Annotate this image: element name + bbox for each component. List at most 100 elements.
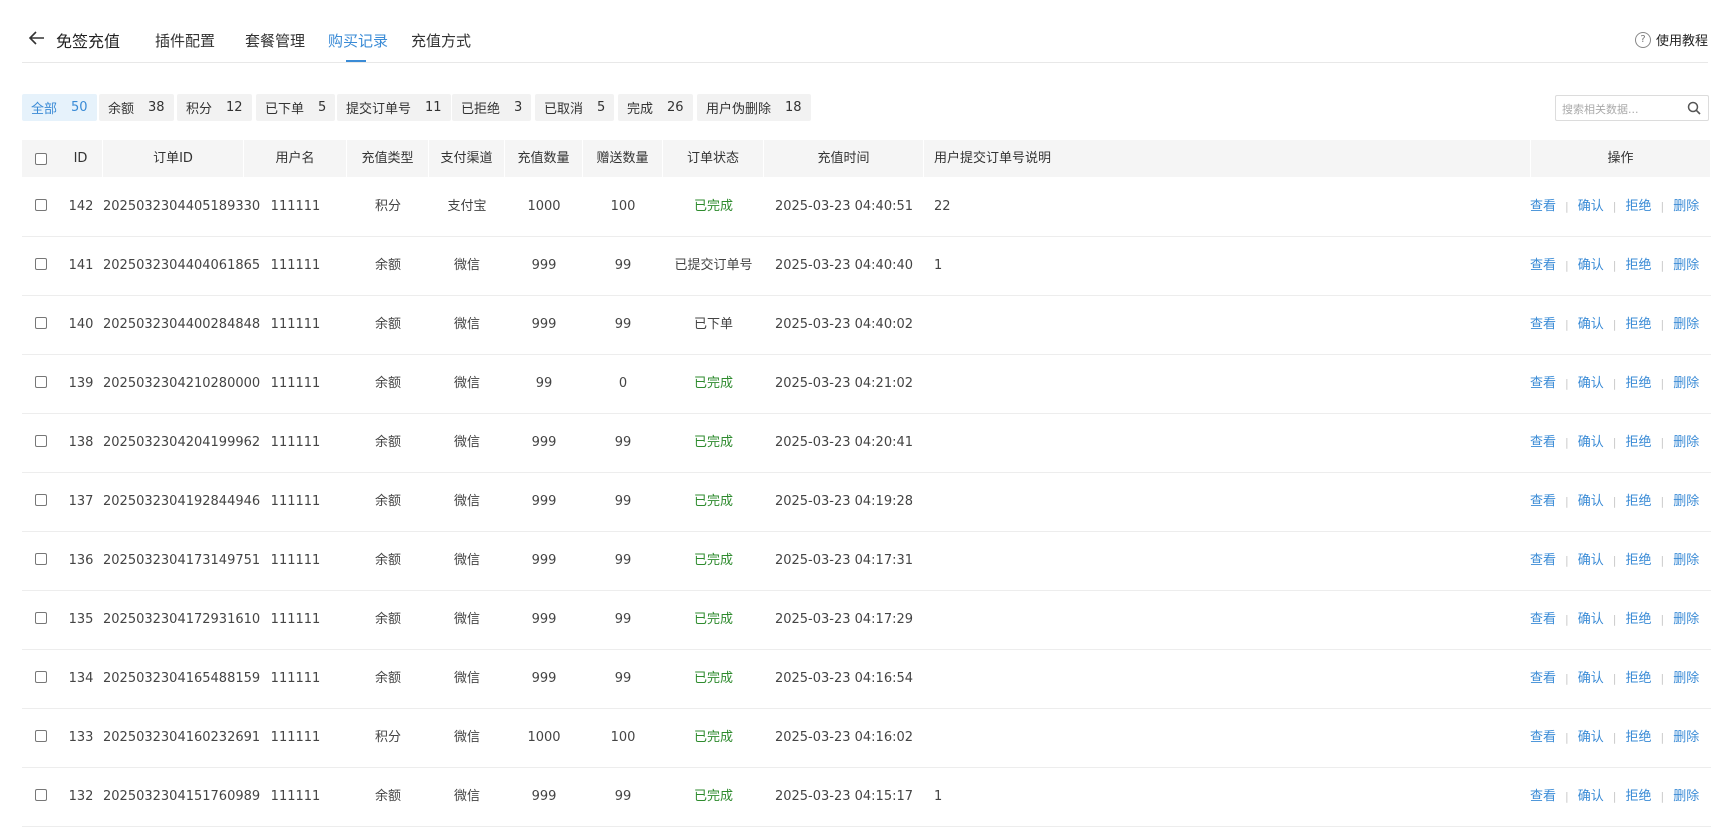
delete-button[interactable]: 删除: [1673, 199, 1699, 214]
filter-chip[interactable]: 完成 26: [618, 94, 693, 121]
arrow-left-icon[interactable]: [28, 29, 46, 47]
action-separator: |: [1612, 790, 1617, 803]
reject-button[interactable]: 拒绝: [1625, 376, 1651, 391]
confirm-button[interactable]: 确认: [1578, 317, 1604, 332]
delete-button[interactable]: 删除: [1673, 317, 1699, 332]
view-button[interactable]: 查看: [1530, 789, 1556, 804]
cell-order-id: 2025032304192844946: [103, 494, 261, 509]
filter-chip[interactable]: 积分 12: [177, 94, 252, 121]
cell-note: [924, 413, 1531, 472]
confirm-button[interactable]: 确认: [1578, 671, 1604, 686]
filter-chip[interactable]: 已下单 5: [256, 94, 336, 121]
row-checkbox[interactable]: [35, 553, 47, 565]
cell-user: 111111: [270, 435, 321, 450]
row-checkbox[interactable]: [35, 258, 47, 270]
column-header: 充值数量: [505, 140, 583, 177]
reject-button[interactable]: 拒绝: [1625, 494, 1651, 509]
tab-4[interactable]: 充值方式: [411, 30, 471, 51]
reject-button[interactable]: 拒绝: [1625, 671, 1651, 686]
delete-button[interactable]: 删除: [1673, 258, 1699, 273]
cell-order-id: 2025032304204199962: [103, 435, 261, 450]
cell-bonus: 99: [614, 612, 632, 627]
reject-button[interactable]: 拒绝: [1625, 317, 1651, 332]
filter-chip[interactable]: 提交订单号 11: [337, 94, 451, 121]
filter-label: 已取消: [544, 102, 584, 117]
row-checkbox[interactable]: [35, 671, 47, 683]
view-button[interactable]: 查看: [1530, 494, 1556, 509]
row-checkbox[interactable]: [35, 199, 47, 211]
reject-button[interactable]: 拒绝: [1625, 258, 1651, 273]
reject-button[interactable]: 拒绝: [1625, 553, 1651, 568]
tab-3[interactable]: 购买记录: [328, 30, 388, 51]
cell-type: 余额: [374, 612, 401, 627]
confirm-button[interactable]: 确认: [1578, 199, 1604, 214]
reject-button[interactable]: 拒绝: [1625, 435, 1651, 450]
reject-button[interactable]: 拒绝: [1625, 199, 1651, 214]
view-button[interactable]: 查看: [1530, 199, 1556, 214]
select-all-checkbox[interactable]: [35, 153, 47, 165]
search-input[interactable]: [1560, 97, 1684, 121]
action-separator: |: [1565, 495, 1569, 508]
filter-chip[interactable]: 用户伪删除 18: [697, 94, 811, 121]
delete-button[interactable]: 删除: [1673, 789, 1699, 804]
cell-user: 111111: [270, 553, 321, 568]
cell-amount: 999: [531, 612, 557, 627]
filter-count: 26: [667, 100, 684, 115]
cell-time: 2025-03-23 04:40:02: [774, 317, 914, 332]
delete-button[interactable]: 删除: [1673, 494, 1699, 509]
filter-chip[interactable]: 余额 38: [99, 94, 174, 121]
confirm-button[interactable]: 确认: [1578, 789, 1604, 804]
view-button[interactable]: 查看: [1530, 376, 1556, 391]
view-button[interactable]: 查看: [1530, 258, 1556, 273]
delete-button[interactable]: 删除: [1673, 671, 1699, 686]
delete-button[interactable]: 删除: [1673, 612, 1699, 627]
row-checkbox[interactable]: [35, 494, 47, 506]
cell-id: 140: [68, 317, 94, 332]
confirm-button[interactable]: 确认: [1578, 494, 1604, 509]
filter-chip[interactable]: 已拒绝 3: [452, 94, 532, 121]
row-actions: 查看 | 确认 | 拒绝 | 删除: [1530, 236, 1699, 295]
filter-label: 已下单: [265, 102, 305, 117]
confirm-button[interactable]: 确认: [1578, 730, 1604, 745]
filter-chip[interactable]: 全部 50: [22, 94, 97, 121]
confirm-button[interactable]: 确认: [1578, 435, 1604, 450]
reject-button[interactable]: 拒绝: [1625, 789, 1651, 804]
cell-channel: 微信: [453, 730, 480, 745]
row-checkbox[interactable]: [35, 612, 47, 624]
row-checkbox[interactable]: [35, 730, 47, 742]
confirm-button[interactable]: 确认: [1578, 376, 1604, 391]
confirm-button[interactable]: 确认: [1578, 553, 1604, 568]
row-checkbox[interactable]: [35, 376, 47, 388]
action-separator: |: [1612, 259, 1617, 272]
tab-1[interactable]: 插件配置: [155, 30, 215, 51]
table-row: 137 2025032304192844946 111111 余额 微信 999 99 已完成…: [22, 472, 1711, 532]
tab-2[interactable]: 套餐管理: [245, 30, 305, 51]
delete-button[interactable]: 删除: [1673, 435, 1699, 450]
view-button[interactable]: 查看: [1530, 317, 1556, 332]
reject-button[interactable]: 拒绝: [1625, 612, 1651, 627]
confirm-button[interactable]: 确认: [1578, 612, 1604, 627]
view-button[interactable]: 查看: [1530, 435, 1556, 450]
help-link[interactable]: ? 使用教程: [1634, 30, 1708, 49]
delete-button[interactable]: 删除: [1673, 553, 1699, 568]
confirm-button[interactable]: 确认: [1578, 258, 1604, 273]
delete-button[interactable]: 删除: [1673, 376, 1699, 391]
view-button[interactable]: 查看: [1530, 553, 1556, 568]
view-button[interactable]: 查看: [1530, 612, 1556, 627]
reject-button[interactable]: 拒绝: [1625, 730, 1651, 745]
filter-count: 38: [148, 100, 165, 115]
row-actions: 查看 | 确认 | 拒绝 | 删除: [1530, 472, 1699, 531]
cell-id: 134: [68, 671, 94, 686]
search-icon[interactable]: [1687, 101, 1701, 115]
view-button[interactable]: 查看: [1530, 671, 1556, 686]
column-header: 充值时间: [764, 140, 924, 177]
delete-button[interactable]: 删除: [1673, 730, 1699, 745]
row-checkbox[interactable]: [35, 435, 47, 447]
cell-type: 余额: [374, 258, 401, 273]
filter-chip[interactable]: 已取消 5: [535, 94, 615, 121]
row-checkbox[interactable]: [35, 317, 47, 329]
cell-time: 2025-03-23 04:16:54: [774, 671, 914, 686]
row-checkbox[interactable]: [35, 789, 47, 801]
cell-time: 2025-03-23 04:21:02: [774, 376, 914, 391]
view-button[interactable]: 查看: [1530, 730, 1556, 745]
